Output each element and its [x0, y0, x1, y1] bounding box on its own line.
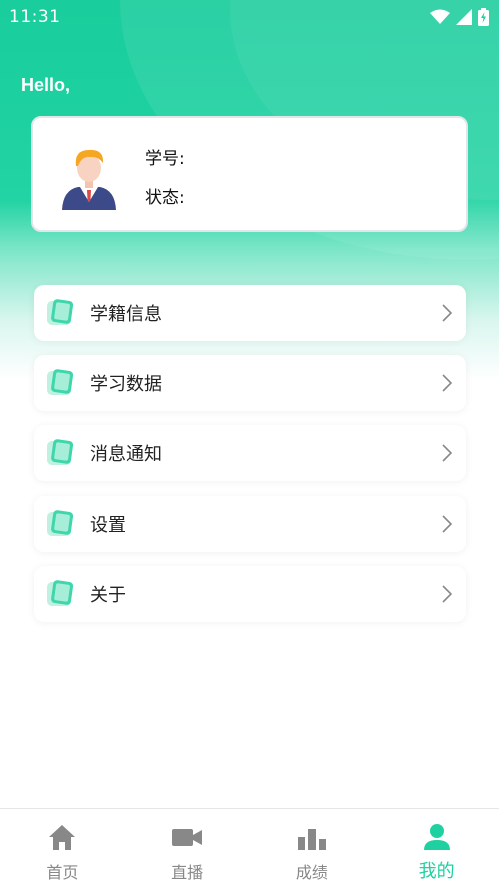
book-icon	[47, 369, 74, 395]
menu-item-learning-data[interactable]: 学习数据	[34, 355, 466, 411]
menu-item-label: 关于	[90, 585, 126, 606]
tab-label: 直播	[171, 863, 204, 882]
greeting-text: Hello,	[21, 75, 71, 95]
tab-home[interactable]: 首页	[0, 809, 125, 888]
student-id-label: 学号:	[145, 149, 185, 169]
video-camera-icon	[172, 829, 203, 846]
book-icon	[47, 510, 74, 536]
menu-item-label: 学籍信息	[90, 304, 162, 325]
status-bar: 11:31	[0, 0, 499, 34]
tab-label: 我的	[418, 861, 455, 882]
profile-card: 学号: 状态:	[31, 116, 468, 232]
chevron-right-icon	[442, 304, 452, 322]
chevron-right-icon	[442, 374, 452, 392]
cell-signal-icon	[456, 9, 472, 25]
chevron-right-icon	[442, 444, 452, 462]
tab-grades[interactable]: 成绩	[250, 809, 375, 888]
menu-item-enrollment-info[interactable]: 学籍信息	[34, 285, 466, 341]
menu-item-about[interactable]: 关于	[34, 566, 466, 622]
status-label: 状态:	[145, 188, 185, 208]
menu-item-settings[interactable]: 设置	[34, 496, 466, 552]
bar-chart-icon	[297, 829, 326, 850]
book-icon	[47, 439, 74, 465]
book-icon	[47, 580, 74, 606]
person-icon	[423, 824, 450, 850]
status-time: 11:31	[9, 7, 61, 27]
menu-item-label: 设置	[90, 515, 126, 536]
tab-mine[interactable]: 我的	[374, 809, 499, 888]
menu-item-notifications[interactable]: 消息通知	[34, 425, 466, 481]
menu-item-label: 消息通知	[90, 444, 162, 465]
tab-label: 成绩	[295, 863, 328, 882]
avatar	[62, 149, 116, 210]
battery-icon	[478, 8, 489, 26]
home-icon	[49, 825, 76, 850]
book-icon	[47, 299, 74, 325]
bottom-tab-bar: 首页 直播 成绩 我的	[0, 808, 499, 888]
menu-item-label: 学习数据	[90, 374, 162, 395]
chevron-right-icon	[442, 515, 452, 533]
tab-label: 首页	[46, 863, 79, 882]
wifi-icon	[430, 9, 450, 24]
status-icons	[430, 8, 489, 26]
tab-live[interactable]: 直播	[125, 809, 250, 888]
chevron-right-icon	[442, 585, 452, 603]
